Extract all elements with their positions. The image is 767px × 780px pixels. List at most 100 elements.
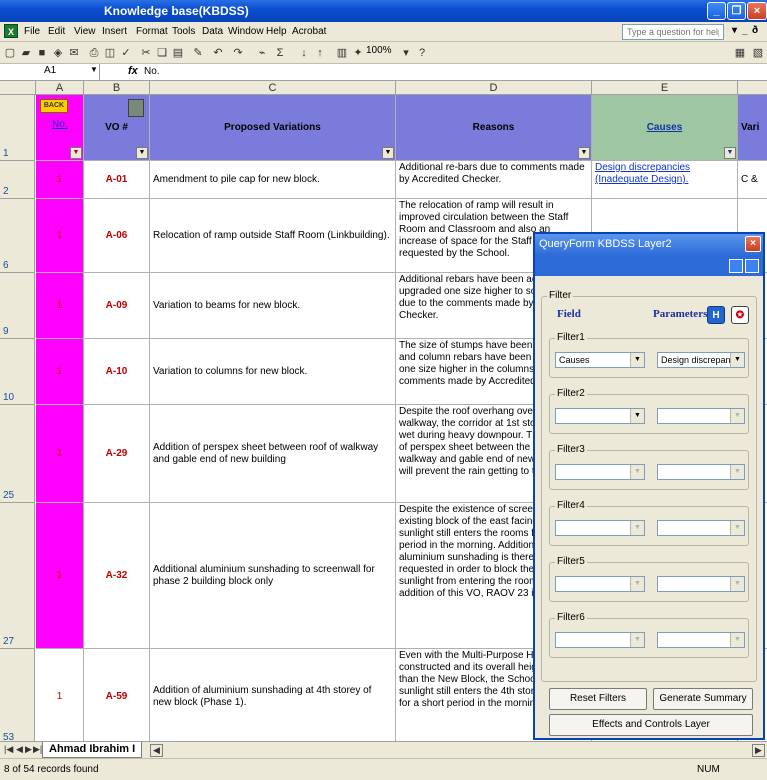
header-reasons-cell[interactable]: Reasons ▼ [396, 95, 592, 161]
hyperlink-icon[interactable]: ⌁ [254, 45, 270, 61]
header-proposed-cell[interactable]: Proposed Variations ▼ [150, 95, 396, 161]
restore-icon[interactable]: ❐ [727, 2, 746, 20]
column-header-c[interactable]: C [150, 81, 396, 95]
autofilter-dropdown-icon[interactable]: ▼ [136, 147, 148, 159]
open-icon[interactable]: ▰ [18, 45, 34, 61]
format-painter-icon[interactable]: ✎ [190, 45, 206, 61]
table-row-vo[interactable]: A-10 [84, 339, 150, 405]
permission-icon[interactable]: ◈ [50, 45, 66, 61]
next-sheet-icon[interactable]: ▶ [25, 744, 32, 755]
chevron-down-icon[interactable]: ▼ [630, 409, 644, 423]
restore-icon[interactable] [745, 259, 759, 273]
row-header[interactable]: 27 [0, 503, 35, 649]
header-vo-cell[interactable]: VO # ▼ [84, 95, 150, 161]
chevron-down-icon[interactable]: ▼ [730, 353, 744, 367]
sheet-tab[interactable]: Ahmad Ibrahim I [42, 742, 143, 758]
chevron-down-icon[interactable]: ▾ [398, 45, 414, 61]
table-row-reasons[interactable]: Additional re-bars due to comments made … [396, 161, 592, 199]
filter5-field-select[interactable]: ▼ [555, 576, 645, 592]
table-row-vo[interactable]: A-32 [84, 503, 150, 649]
effects-controls-button[interactable]: Effects and Controls Layer [549, 714, 753, 736]
excel-icon[interactable]: X [4, 24, 18, 38]
row-header[interactable]: 25 [0, 405, 35, 503]
table-row-proposed[interactable]: Amendment to pile cap for new block. [150, 161, 396, 199]
email-icon[interactable]: ✉ [66, 45, 82, 61]
restore-icon[interactable]: ð [752, 25, 758, 36]
chevron-down-icon[interactable]: ▼ [730, 465, 744, 479]
menu-edit[interactable]: Edit [48, 26, 65, 37]
close-icon[interactable]: × [747, 2, 767, 20]
row-header[interactable]: 53 [0, 649, 35, 741]
row-header[interactable]: 1 [0, 95, 35, 161]
table-row-vo[interactable]: A-29 [84, 405, 150, 503]
first-sheet-icon[interactable]: |◀ [4, 744, 13, 755]
reset-filters-button[interactable]: Reset Filters [549, 688, 647, 710]
table-row-vo[interactable]: A-09 [84, 273, 150, 339]
row-header[interactable]: 10 [0, 339, 35, 405]
sort-descending-icon[interactable]: ↑ [312, 45, 328, 61]
header-no[interactable]: No. [52, 119, 68, 131]
autofilter-dropdown-icon[interactable]: ▼ [70, 147, 82, 159]
table-row-no[interactable]: 1 [36, 503, 84, 649]
drawing-icon[interactable]: ✦ [350, 45, 366, 61]
sort-ascending-icon[interactable]: ↓ [296, 45, 312, 61]
table-row-no[interactable]: 1 [36, 405, 84, 503]
chevron-down-icon[interactable]: ▾ [732, 25, 737, 36]
table-row-causes[interactable]: Design discrepancies (Inadequate Design)… [592, 161, 738, 199]
new-icon[interactable]: ▢ [2, 45, 18, 61]
filter4-field-select[interactable]: ▼ [555, 520, 645, 536]
minimize-icon[interactable]: _ [742, 25, 748, 36]
column-header-e[interactable]: E [592, 81, 738, 95]
table-row-proposed[interactable]: Variation to beams for new block. [150, 273, 396, 339]
filter6-field-select[interactable]: ▼ [555, 632, 645, 648]
menu-file[interactable]: File [24, 26, 40, 37]
research-icon[interactable]: ▦ [732, 45, 748, 61]
redo-icon[interactable]: ↷ [230, 45, 246, 61]
chevron-down-icon[interactable]: ▼ [730, 409, 744, 423]
row-header[interactable]: 6 [0, 199, 35, 273]
column-header-a[interactable]: A [36, 81, 84, 95]
settings-icon[interactable]: ✪ [731, 306, 749, 324]
menu-acrobat[interactable]: Acrobat [292, 26, 326, 37]
filter2-field-select[interactable]: ▼ [555, 408, 645, 424]
table-row-no[interactable]: 1 [36, 649, 84, 741]
paste-icon[interactable]: ▤ [170, 45, 186, 61]
autosum-icon[interactable]: Σ [272, 45, 288, 61]
filter3-field-select[interactable]: ▼ [555, 464, 645, 480]
autofilter-dropdown-icon[interactable]: ▼ [382, 147, 394, 159]
filter6-param-select[interactable]: ▼ [657, 632, 745, 648]
minimize-icon[interactable]: _ [707, 2, 726, 20]
chevron-down-icon[interactable]: ▼ [630, 521, 644, 535]
ask-question-input[interactable] [622, 24, 724, 40]
generate-summary-button[interactable]: Generate Summary [653, 688, 753, 710]
chevron-down-icon[interactable]: ▼ [730, 577, 744, 591]
menu-help[interactable]: Help [266, 26, 287, 37]
autofilter-dropdown-icon[interactable]: ▼ [578, 147, 590, 159]
menu-window[interactable]: Window [228, 26, 264, 37]
print-icon[interactable]: ⎙ [86, 45, 102, 61]
save-icon[interactable]: ■ [34, 45, 50, 61]
name-box[interactable]: A1 [0, 64, 100, 80]
scroll-left-icon[interactable]: ◀ [150, 744, 163, 757]
chevron-down-icon[interactable]: ▼ [90, 65, 98, 74]
help-icon[interactable]: ? [414, 45, 430, 61]
filter4-param-select[interactable]: ▼ [657, 520, 745, 536]
zoom-select[interactable]: 100% [366, 45, 392, 56]
scroll-right-icon[interactable]: ▶ [752, 744, 765, 757]
cut-icon[interactable]: ✂ [138, 45, 154, 61]
help-icon[interactable]: H [707, 306, 725, 324]
chevron-down-icon[interactable]: ▼ [730, 633, 744, 647]
picture-icon[interactable] [128, 99, 144, 117]
fx-icon[interactable]: fx [128, 65, 138, 77]
back-button[interactable]: BACK [40, 99, 68, 113]
column-header-b[interactable]: B [84, 81, 150, 95]
formula-value[interactable]: No. [144, 66, 160, 77]
row-header[interactable]: 2 [0, 161, 35, 199]
table-row-vo[interactable]: A-59 [84, 649, 150, 741]
row-header[interactable]: 9 [0, 273, 35, 339]
copy-icon[interactable]: ❏ [154, 45, 170, 61]
table-row-extra[interactable]: C & [738, 161, 767, 199]
chart-wizard-icon[interactable]: ▥ [334, 45, 350, 61]
reference-icon[interactable]: ▧ [750, 45, 766, 61]
close-icon[interactable]: × [745, 236, 761, 252]
